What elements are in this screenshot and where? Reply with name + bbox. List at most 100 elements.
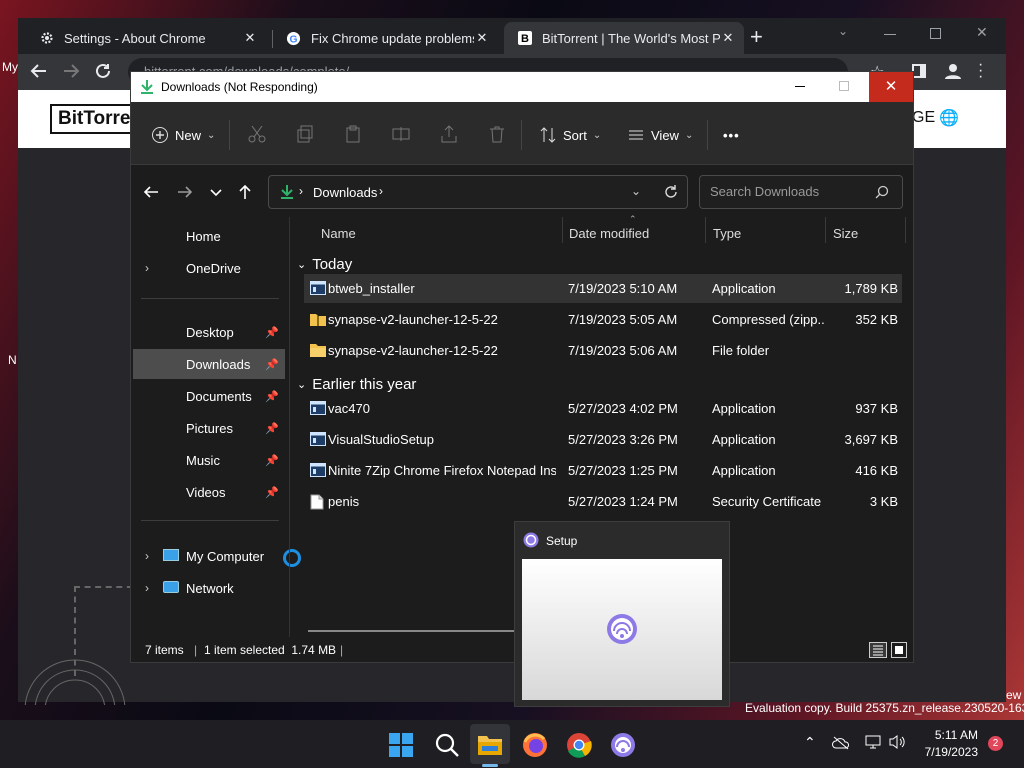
file-size: 937 KB: [855, 401, 898, 416]
decor-circles: [20, 650, 130, 705]
tab-title: Settings - About Chrome: [64, 30, 206, 46]
group-header-today[interactable]: ⌄ Today: [297, 256, 352, 273]
rename-icon[interactable]: [391, 124, 411, 144]
file-row[interactable]: Ninite 7Zip Chrome Firefox Notepad Inst.…: [304, 456, 902, 485]
profile-icon[interactable]: [944, 62, 962, 80]
more-options-button[interactable]: •••: [723, 124, 740, 146]
reload-icon[interactable]: [94, 62, 112, 80]
maximize-icon[interactable]: [839, 81, 849, 91]
explorer-titlebar[interactable]: Downloads (Not Responding) ✕: [131, 72, 913, 102]
tab-bittorrent[interactable]: B BitTorrent | The World's Most Po ✕: [504, 22, 744, 54]
chevron-down-icon: ⌄: [297, 259, 307, 271]
search-icon[interactable]: [434, 732, 462, 760]
close-tab-icon[interactable]: ✕: [242, 30, 258, 46]
file-row[interactable]: synapse-v2-launcher-12-5-22 7/19/2023 5:0…: [304, 305, 902, 334]
language-label[interactable]: GE 🌐: [912, 108, 959, 128]
nav-pictures[interactable]: Pictures 📌: [133, 413, 285, 443]
nav-network[interactable]: › Network: [133, 573, 285, 603]
file-row[interactable]: penis 5/27/2023 1:24 PM Security Certifica…: [304, 487, 902, 516]
share-icon[interactable]: [439, 124, 459, 144]
clock-time[interactable]: 5:11 AM: [930, 728, 978, 742]
paste-icon[interactable]: [343, 124, 363, 144]
close-window-icon[interactable]: ✕: [976, 24, 988, 41]
nav-onedrive[interactable]: › OneDrive: [133, 253, 285, 283]
nav-downloads[interactable]: Downloads 📌: [133, 349, 285, 379]
group-header-earlier[interactable]: ⌄ Earlier this year: [297, 376, 416, 393]
search-input[interactable]: Search Downloads: [699, 175, 903, 209]
sidebar-icon[interactable]: [912, 64, 926, 78]
show-hidden-icons-icon[interactable]: ⌃: [804, 734, 816, 751]
selection-info: 1 item selected 1.74 MB: [204, 643, 337, 657]
view-button[interactable]: View ⌄: [627, 124, 693, 146]
file-size: 3 KB: [869, 494, 898, 509]
navigation-pane: Home › OneDrive Desktop 📌 Downloads 📌 Docum…: [131, 217, 289, 637]
tab-fix-chrome[interactable]: G Fix Chrome update problems & f ✕: [272, 22, 498, 54]
cut-icon[interactable]: [247, 124, 267, 144]
firefox-icon[interactable]: [522, 732, 550, 760]
nav-music[interactable]: Music 📌: [133, 445, 285, 475]
cloud-offline-icon[interactable]: [832, 736, 850, 750]
menu-icon[interactable]: · · ·: [978, 57, 983, 85]
tab-search-icon[interactable]: ⌄: [838, 24, 848, 38]
pin-icon: 📌: [265, 390, 279, 403]
chevron-down-icon[interactable]: ⌄: [631, 184, 641, 198]
refresh-icon[interactable]: [663, 184, 679, 200]
column-header-type[interactable]: Type: [713, 226, 741, 250]
clock-date[interactable]: 7/19/2023: [918, 745, 978, 759]
new-tab-button[interactable]: +: [750, 24, 763, 50]
forward-icon[interactable]: [62, 62, 80, 80]
column-header-size[interactable]: Size: [833, 226, 858, 250]
close-button[interactable]: ✕: [869, 72, 913, 102]
back-icon[interactable]: [30, 62, 48, 80]
details-view-icon[interactable]: [869, 642, 887, 658]
file-name: synapse-v2-launcher-12-5-22: [328, 312, 498, 327]
tab-settings[interactable]: Settings - About Chrome ✕: [26, 22, 266, 54]
tab-title: BitTorrent | The World's Most Po: [542, 30, 720, 46]
chevron-right-icon[interactable]: ›: [145, 549, 149, 563]
nav-my-computer[interactable]: › My Computer: [133, 541, 285, 571]
file-row[interactable]: VisualStudioSetup 5/27/2023 3:26 PM Applic…: [304, 425, 902, 454]
view-lines-icon: [627, 126, 645, 144]
nav-desktop[interactable]: Desktop 📌: [133, 317, 285, 347]
pin-icon: 📌: [265, 486, 279, 499]
address-bar[interactable]: › Downloads › ⌄: [268, 175, 688, 209]
column-header-name[interactable]: Name: [321, 226, 356, 250]
sort-button[interactable]: Sort ⌄: [539, 124, 601, 146]
delete-icon[interactable]: [487, 124, 507, 144]
volume-icon[interactable]: [888, 734, 906, 750]
recent-locations-icon[interactable]: [209, 184, 223, 200]
maximize-icon[interactable]: [930, 28, 941, 39]
breadcrumb[interactable]: Downloads: [313, 185, 377, 200]
new-button[interactable]: New ⌄: [151, 124, 215, 146]
forward-icon[interactable]: [177, 184, 193, 200]
close-tab-icon[interactable]: ✕: [720, 30, 736, 46]
up-icon[interactable]: [237, 184, 253, 200]
evaluation-watermark: Evaluation copy. Build 25375.zn_release.…: [745, 701, 1024, 715]
bittorrent-logo[interactable]: BitTorrent: [50, 104, 134, 134]
bittorrent-logo-icon: [606, 613, 638, 645]
back-icon[interactable]: [143, 184, 159, 200]
chevron-down-icon: ⌄: [684, 129, 694, 141]
chevron-down-icon: ⌄: [297, 379, 307, 391]
chevron-right-icon[interactable]: ›: [145, 581, 149, 595]
nav-videos[interactable]: Videos 📌: [133, 477, 285, 507]
start-icon[interactable]: [388, 732, 416, 760]
file-row[interactable]: vac470 5/27/2023 4:02 PM Application 937 KB: [304, 394, 902, 423]
notification-badge[interactable]: 2: [988, 736, 1003, 751]
minimize-icon[interactable]: [884, 34, 896, 35]
file-row[interactable]: synapse-v2-launcher-12-5-22 7/19/2023 5:0…: [304, 336, 902, 365]
copy-icon[interactable]: [295, 124, 315, 144]
chrome-icon[interactable]: [566, 732, 594, 760]
bittorrent-icon[interactable]: [610, 732, 638, 760]
file-explorer-icon[interactable]: [477, 732, 505, 760]
nav-home[interactable]: Home: [133, 221, 285, 251]
chevron-right-icon[interactable]: ›: [145, 261, 149, 275]
network-status-icon[interactable]: [864, 734, 882, 750]
minimize-icon[interactable]: [795, 86, 805, 87]
file-name: VisualStudioSetup: [328, 432, 435, 447]
column-header-date[interactable]: Date modified: [569, 226, 649, 250]
file-row[interactable]: btweb_installer 7/19/2023 5:10 AM Applicat…: [304, 274, 902, 303]
nav-documents[interactable]: Documents 📌: [133, 381, 285, 411]
close-tab-icon[interactable]: ✕: [474, 30, 490, 46]
tiles-view-icon[interactable]: [891, 642, 907, 658]
